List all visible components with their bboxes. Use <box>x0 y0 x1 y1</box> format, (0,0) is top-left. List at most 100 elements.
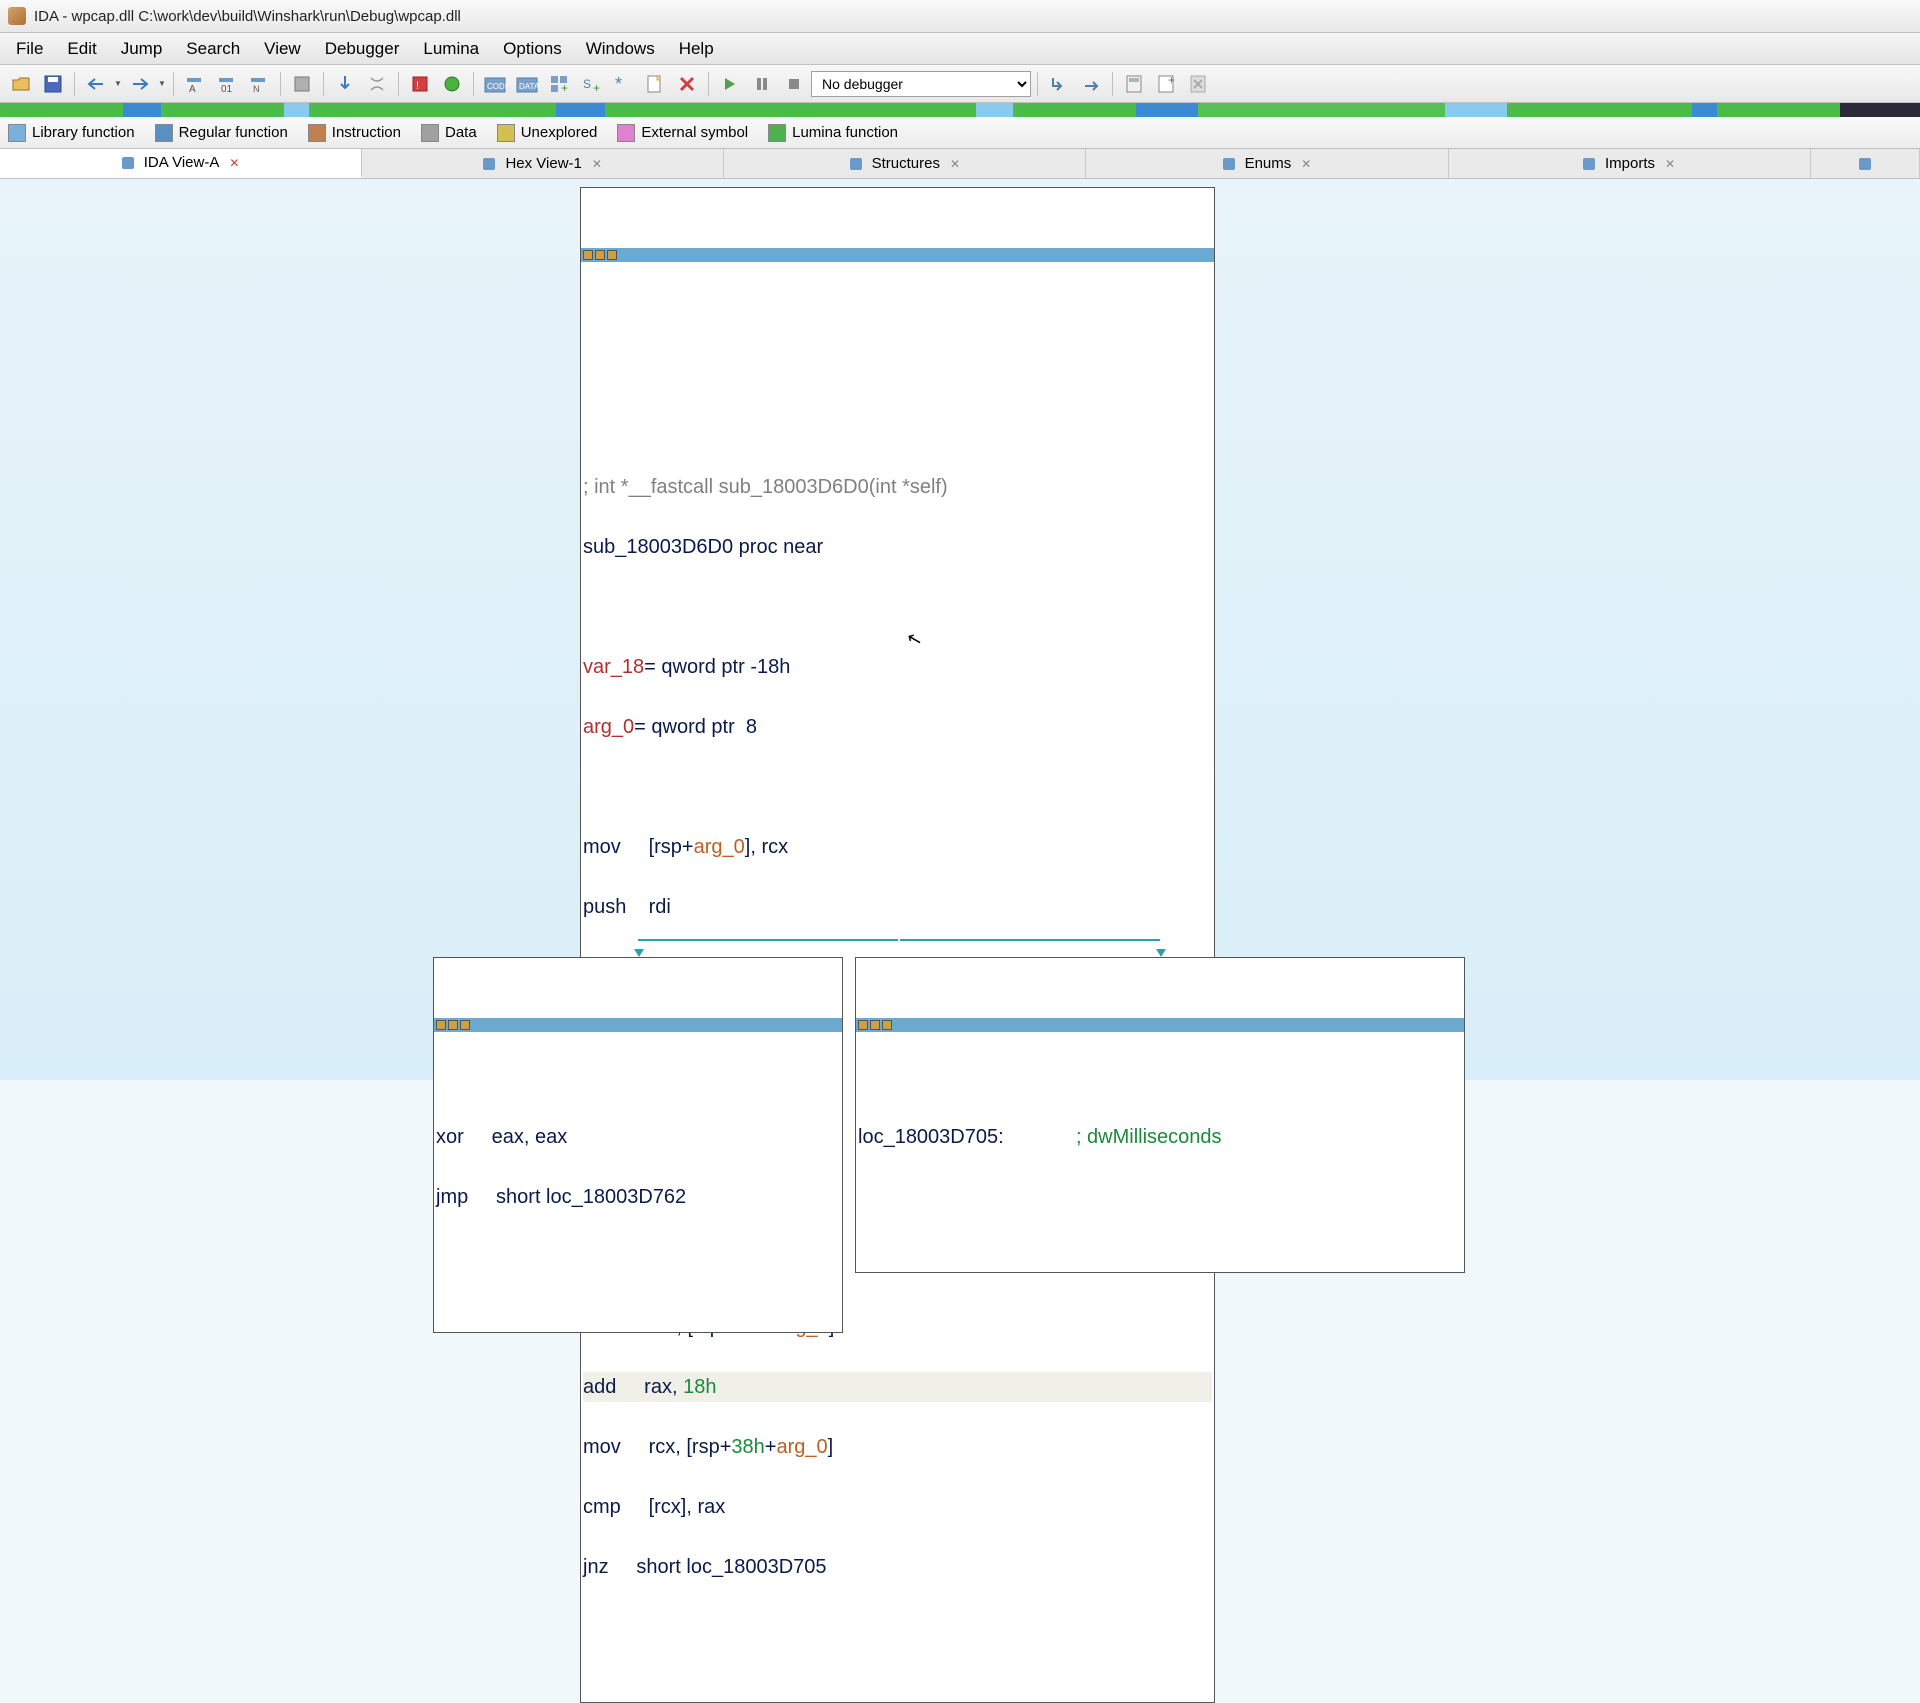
svg-text:+: + <box>561 81 568 94</box>
tab-enums[interactable]: Enums ✕ <box>1086 149 1448 178</box>
calculator-button[interactable] <box>1119 69 1149 99</box>
svg-text:N: N <box>253 84 260 94</box>
legend-library-swatch <box>8 124 26 142</box>
graph-canvas[interactable]: ; int *__fastcall sub_18003D6D0(int *sel… <box>0 179 1920 1080</box>
main-code-block[interactable]: ; int *__fastcall sub_18003D6D0(int *sel… <box>580 187 1215 1703</box>
svg-text:DATA: DATA <box>519 82 538 91</box>
tab-bar: IDA View-A ✕ Hex View-1 ✕ Structures✕ Enum… <box>0 149 1920 179</box>
menu-lumina[interactable]: Lumina <box>411 35 491 63</box>
tab-label: Imports <box>1605 155 1655 172</box>
disassembly-text[interactable]: xor eax, eax jmp short loc_18003D762 <box>434 1092 842 1272</box>
back-dropdown[interactable]: ▼ <box>113 69 123 99</box>
svg-text:CODE: CODE <box>487 82 506 91</box>
menu-options[interactable]: Options <box>491 35 574 63</box>
names-button[interactable]: N <box>244 69 274 99</box>
tab-icon <box>122 157 134 169</box>
forward-dropdown[interactable]: ▼ <box>157 69 167 99</box>
struct-var-button[interactable]: S+ <box>576 69 606 99</box>
svg-text:*: * <box>615 74 622 94</box>
left-code-block[interactable]: xor eax, eax jmp short loc_18003D762 <box>433 957 843 1333</box>
svg-text:A: A <box>189 84 196 94</box>
back-button[interactable] <box>81 69 111 99</box>
tab-ida-view[interactable]: IDA View-A ✕ <box>0 149 362 178</box>
legend-instruction-swatch <box>308 124 326 142</box>
tab-imports[interactable]: Imports ✕ <box>1449 149 1811 178</box>
menu-search[interactable]: Search <box>174 35 252 63</box>
legend-external-label: External symbol <box>641 124 748 141</box>
debug-run-button[interactable] <box>715 69 745 99</box>
right-code-block[interactable]: loc_18003D705: ; dwMilliseconds <box>855 957 1465 1273</box>
tab-icon <box>1223 158 1235 170</box>
legend-bar: Library function Regular function Instru… <box>0 117 1920 149</box>
breakpoint-button[interactable]: ! <box>405 69 435 99</box>
forward-button[interactable] <box>125 69 155 99</box>
debug-pause-button[interactable] <box>747 69 777 99</box>
menu-view[interactable]: View <box>252 35 313 63</box>
tab-label: Hex View-1 <box>505 155 581 172</box>
debugger-select[interactable]: No debugger <box>811 71 1031 97</box>
legend-external-swatch <box>617 124 635 142</box>
legend-instruction-label: Instruction <box>332 124 401 141</box>
close-icon[interactable]: ✕ <box>1301 157 1311 171</box>
navigation-band[interactable] <box>0 103 1920 117</box>
notepad-button[interactable]: + <box>1151 69 1181 99</box>
tab-label: IDA View-A <box>144 154 220 171</box>
code-button[interactable]: CODE <box>480 69 510 99</box>
open-button[interactable] <box>6 69 36 99</box>
legend-regular-swatch <box>155 124 173 142</box>
close-db-button[interactable] <box>1183 69 1213 99</box>
binary-search-button[interactable]: 01 <box>212 69 242 99</box>
svg-text:01: 01 <box>221 84 233 94</box>
close-icon[interactable]: ✕ <box>592 157 602 171</box>
tab-icon <box>483 158 495 170</box>
legend-data-swatch <box>421 124 439 142</box>
tab-icon <box>1859 158 1871 170</box>
legend-regular-label: Regular function <box>179 124 288 141</box>
data-button[interactable]: DATA <box>512 69 542 99</box>
snowflake-button[interactable]: * <box>608 69 638 99</box>
legend-unexplored-label: Unexplored <box>521 124 598 141</box>
menu-jump[interactable]: Jump <box>109 35 175 63</box>
menu-edit[interactable]: Edit <box>55 35 108 63</box>
block-titlebar[interactable] <box>856 1018 1464 1032</box>
script-button[interactable] <box>640 69 670 99</box>
tab-hex-view[interactable]: Hex View-1 ✕ <box>362 149 724 178</box>
svg-text:!: ! <box>416 80 419 92</box>
tab-structures[interactable]: Structures✕ <box>724 149 1086 178</box>
xref-button[interactable] <box>287 69 317 99</box>
block-titlebar[interactable] <box>434 1018 842 1032</box>
trace-button[interactable] <box>362 69 392 99</box>
legend-data-label: Data <box>445 124 477 141</box>
tab-extra[interactable] <box>1811 149 1920 178</box>
legend-lumina-label: Lumina function <box>792 124 898 141</box>
delete-button[interactable] <box>672 69 702 99</box>
menu-file[interactable]: File <box>4 35 55 63</box>
save-button[interactable] <box>38 69 68 99</box>
legend-lumina-swatch <box>768 124 786 142</box>
step-over-button[interactable] <box>1076 69 1106 99</box>
text-search-button[interactable]: A <box>180 69 210 99</box>
tab-icon <box>1583 158 1595 170</box>
block-titlebar[interactable] <box>581 248 1214 262</box>
struct-button[interactable]: + <box>544 69 574 99</box>
close-icon[interactable]: ✕ <box>950 157 960 171</box>
title-bar: IDA - wpcap.dll C:\work\dev\build\Winsha… <box>0 0 1920 33</box>
tab-label: Enums <box>1245 155 1292 172</box>
svg-text:+: + <box>1168 74 1175 87</box>
step-into-button[interactable] <box>1044 69 1074 99</box>
legend-unexplored-swatch <box>497 124 515 142</box>
debug-stop-button <box>779 69 809 99</box>
close-icon[interactable]: ✕ <box>1665 157 1675 171</box>
disassembly-text[interactable]: loc_18003D705: ; dwMilliseconds <box>856 1092 1464 1212</box>
menu-windows[interactable]: Windows <box>574 35 667 63</box>
run-button[interactable] <box>437 69 467 99</box>
close-icon[interactable]: ✕ <box>229 156 239 170</box>
jump-button[interactable] <box>330 69 360 99</box>
svg-text:S: S <box>583 77 591 91</box>
tab-icon <box>850 158 862 170</box>
app-icon <box>8 7 26 25</box>
menu-help[interactable]: Help <box>667 35 726 63</box>
menu-bar: File Edit Jump Search View Debugger Lumi… <box>0 33 1920 65</box>
toolbar: ▼ ▼ A 01 N ! CODE DATA + S+ * No debugge… <box>0 65 1920 103</box>
menu-debugger[interactable]: Debugger <box>313 35 412 63</box>
